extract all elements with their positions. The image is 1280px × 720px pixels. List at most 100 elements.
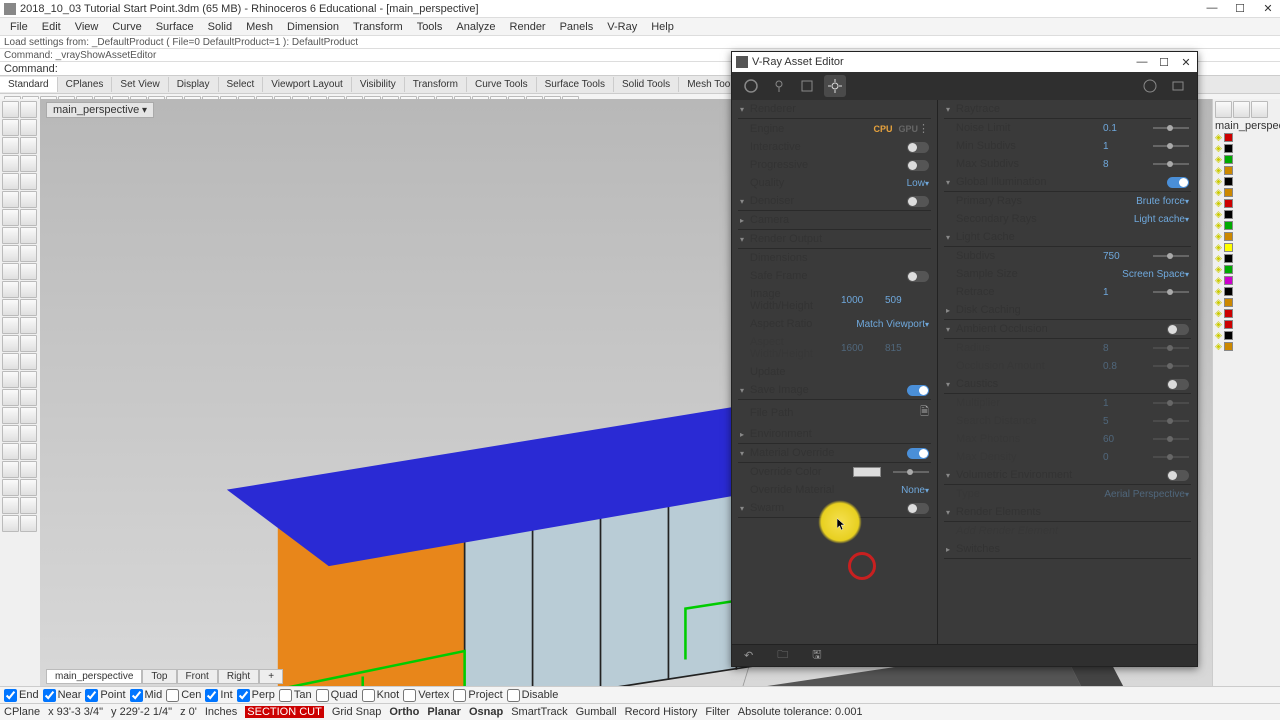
viewport-tab[interactable]: main_perspective: [46, 669, 142, 684]
tool-button[interactable]: [20, 119, 37, 136]
toolbar-tab[interactable]: Visibility: [352, 77, 405, 92]
status-item[interactable]: CPlane: [4, 706, 40, 718]
menu-help[interactable]: Help: [645, 20, 680, 34]
viewport-tab[interactable]: Right: [218, 669, 259, 684]
section-camera[interactable]: ▸Camera: [738, 211, 931, 230]
tool-button[interactable]: [2, 443, 19, 460]
layer-row[interactable]: ◈: [1215, 198, 1278, 209]
menu-file[interactable]: File: [4, 20, 34, 34]
tool-button[interactable]: [20, 515, 37, 532]
layer-row[interactable]: ◈: [1215, 154, 1278, 165]
prop-occlusion-amount[interactable]: Occlusion Amount0.8: [944, 357, 1191, 375]
tool-button[interactable]: [2, 299, 19, 316]
toolbar-tab[interactable]: Transform: [405, 77, 467, 92]
tool-button[interactable]: [20, 353, 37, 370]
tool-button[interactable]: [20, 389, 37, 406]
minimize-button[interactable]: —: [1204, 2, 1220, 15]
tool-button[interactable]: [20, 227, 37, 244]
tool-button[interactable]: [20, 371, 37, 388]
osnap-disable[interactable]: Disable: [507, 689, 559, 702]
vray-title-bar[interactable]: V-Ray Asset Editor — ☐ ✕: [732, 52, 1197, 72]
menu-edit[interactable]: Edit: [36, 20, 67, 34]
tool-button[interactable]: [20, 317, 37, 334]
prop-secondary-rays[interactable]: Secondary RaysLight cache▾: [944, 210, 1191, 228]
section-global-illumination[interactable]: ▾Global Illumination: [944, 173, 1191, 192]
tool-button[interactable]: [2, 227, 19, 244]
menu-tools[interactable]: Tools: [411, 20, 449, 34]
menu-v-ray[interactable]: V-Ray: [601, 20, 643, 34]
toggle[interactable]: [1167, 470, 1189, 481]
panel-icon[interactable]: [1251, 101, 1268, 118]
status-item[interactable]: Gumball: [576, 706, 617, 718]
tool-button[interactable]: [20, 479, 37, 496]
render-button-icon[interactable]: [1139, 75, 1161, 97]
status-item[interactable]: Absolute tolerance: 0.001: [738, 706, 863, 718]
toggle[interactable]: [1167, 324, 1189, 335]
tool-button[interactable]: [20, 461, 37, 478]
toggle[interactable]: [907, 196, 929, 207]
tool-button[interactable]: [20, 407, 37, 424]
menu-dimension[interactable]: Dimension: [281, 20, 345, 34]
status-item[interactable]: y 229'-2 1/4": [111, 706, 172, 718]
prop-update[interactable]: Update: [738, 363, 931, 381]
osnap-quad[interactable]: Quad: [316, 689, 358, 702]
tool-button[interactable]: [20, 425, 37, 442]
status-item[interactable]: Filter: [705, 706, 729, 718]
prop-subdivs[interactable]: Subdivs750: [944, 247, 1191, 265]
toolbar-tab[interactable]: Curve Tools: [467, 77, 537, 92]
materials-tab-icon[interactable]: [740, 75, 762, 97]
toggle[interactable]: [907, 385, 929, 396]
prop-image-width-height[interactable]: Image Width/Height1000509: [738, 285, 931, 315]
status-item[interactable]: Record History: [625, 706, 698, 718]
menu-analyze[interactable]: Analyze: [450, 20, 501, 34]
prop-max-subdivs[interactable]: Max Subdivs8: [944, 155, 1191, 173]
toggle[interactable]: [907, 448, 929, 459]
tool-button[interactable]: [2, 155, 19, 172]
toolbar-tab[interactable]: CPlanes: [58, 77, 113, 92]
prop-max-density[interactable]: Max Density0: [944, 448, 1191, 466]
viewport-tab[interactable]: +: [259, 669, 283, 684]
viewport-tab[interactable]: Front: [177, 669, 218, 684]
section-render-elements[interactable]: ▾Render Elements: [944, 503, 1191, 522]
menu-mesh[interactable]: Mesh: [240, 20, 279, 34]
tool-button[interactable]: [2, 173, 19, 190]
layer-row[interactable]: ◈: [1215, 231, 1278, 242]
tool-button[interactable]: [20, 137, 37, 154]
layer-row[interactable]: ◈: [1215, 330, 1278, 341]
toolbar-tab[interactable]: Select: [219, 77, 264, 92]
prop-retrace[interactable]: Retrace1: [944, 283, 1191, 301]
menu-panels[interactable]: Panels: [554, 20, 600, 34]
layer-row[interactable]: ◈: [1215, 187, 1278, 198]
tool-button[interactable]: [20, 299, 37, 316]
section-environment[interactable]: ▸Environment: [738, 425, 931, 444]
osnap-knot[interactable]: Knot: [362, 689, 400, 702]
prop-noise-limit[interactable]: Noise Limit0.1: [944, 119, 1191, 137]
osnap-int[interactable]: Int: [205, 689, 232, 702]
toggle[interactable]: [1167, 177, 1189, 188]
section-save-image[interactable]: ▾Save Image: [738, 381, 931, 400]
menu-render[interactable]: Render: [504, 20, 552, 34]
layer-row[interactable]: ◈: [1215, 297, 1278, 308]
menu-curve[interactable]: Curve: [106, 20, 147, 34]
layer-row[interactable]: ◈: [1215, 165, 1278, 176]
layer-row[interactable]: ◈: [1215, 242, 1278, 253]
section-volumetric-environment[interactable]: ▾Volumetric Environment: [944, 466, 1191, 485]
section-raytrace[interactable]: ▾Raytrace: [944, 100, 1191, 119]
tool-button[interactable]: [2, 479, 19, 496]
osnap-point[interactable]: Point: [85, 689, 125, 702]
section-switches[interactable]: ▸Switches: [944, 540, 1191, 559]
toolbar-tab[interactable]: Surface Tools: [537, 77, 614, 92]
tool-button[interactable]: [20, 101, 37, 118]
osnap-mid[interactable]: Mid: [130, 689, 163, 702]
section-material-override[interactable]: ▾Material Override: [738, 444, 931, 463]
tool-button[interactable]: [20, 245, 37, 262]
prop-radius[interactable]: Radius8: [944, 339, 1191, 357]
status-item[interactable]: Ortho: [389, 706, 419, 718]
prop-engine[interactable]: EngineCPU GPU ⋮: [738, 119, 931, 138]
prop-multiplier[interactable]: Multiplier1: [944, 394, 1191, 412]
prop-file-path[interactable]: File Path🗎: [738, 400, 931, 425]
layer-row[interactable]: ◈: [1215, 176, 1278, 187]
toolbar-tab[interactable]: Viewport Layout: [263, 77, 352, 92]
tool-button[interactable]: [2, 335, 19, 352]
tool-button[interactable]: [20, 191, 37, 208]
